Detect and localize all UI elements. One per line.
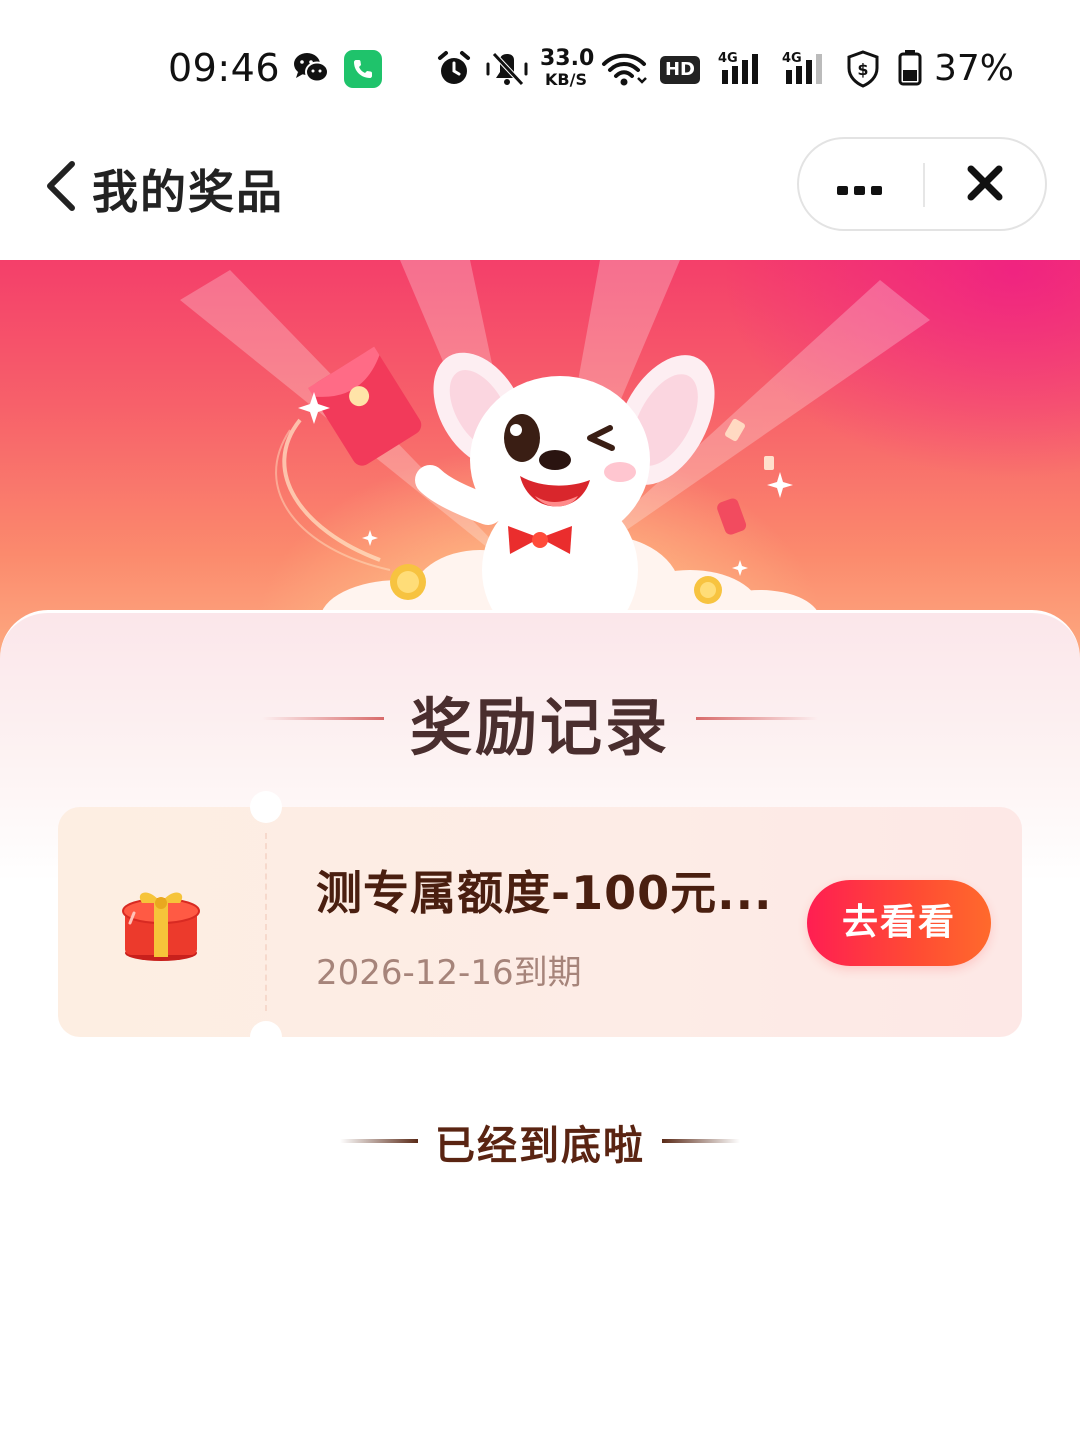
- close-icon: [967, 165, 1003, 201]
- navigation-bar: 我的奖品: [0, 130, 1080, 260]
- mini-program-capsule: [797, 137, 1047, 231]
- network-speed-unit: KB/S: [545, 70, 587, 89]
- wechat-icon: [294, 53, 329, 83]
- alarm-icon: [438, 51, 470, 84]
- wifi-icon: [602, 53, 647, 86]
- svg-text:$: $: [857, 60, 868, 79]
- reward-item[interactable]: 测专属额度-100元... 2026-12-16到期 去看看: [58, 791, 1022, 1053]
- more-dots-icon: [837, 180, 888, 199]
- status-time: 09:46: [168, 46, 281, 90]
- network-speed: 33.0 KB/S: [540, 46, 595, 89]
- ticket-notch-bottom: [250, 1021, 282, 1053]
- signal-label: 4G: [782, 51, 802, 66]
- network-speed-value: 33.0: [540, 46, 595, 71]
- close-button[interactable]: [925, 139, 1045, 229]
- battery-percent: 37%: [934, 48, 1015, 89]
- end-divider-right: [662, 1139, 740, 1143]
- signal-label: 4G: [718, 51, 738, 66]
- reward-name: 测专属额度-100元...: [316, 866, 773, 920]
- more-button[interactable]: [799, 139, 923, 229]
- hd-icon: HD: [660, 56, 700, 84]
- section-divider-left: [262, 717, 384, 720]
- battery-icon: [898, 50, 922, 86]
- list-end-marker: 已经到底啦: [0, 1113, 1080, 1173]
- section-divider-right: [696, 717, 818, 720]
- signal-icon: 4G: [782, 51, 822, 84]
- chevron-left-icon[interactable]: [38, 158, 86, 214]
- section-title: 奖励记录: [409, 691, 670, 764]
- signal-icon: 4G: [718, 51, 758, 84]
- section-header: 奖励记录: [0, 677, 1080, 764]
- status-bar: 09:46 33.0 KB/S HD 4G 4G $ 37%: [0, 0, 1080, 130]
- mute-icon: [486, 52, 528, 86]
- page-title: 我的奖品: [92, 165, 284, 219]
- phone-call-icon: [344, 50, 382, 88]
- gift-box-icon: [122, 892, 200, 961]
- reward-expiry-date: 2026-12-16到期: [316, 953, 582, 993]
- list-end-text: 已经到底啦: [435, 1123, 645, 1169]
- view-reward-button[interactable]: 去看看: [807, 880, 991, 966]
- ticket-perforation: [265, 833, 267, 1011]
- shield-icon: $: [847, 50, 879, 88]
- end-divider-left: [340, 1139, 418, 1143]
- reward-panel: 奖励记录 测专属额度-100元... 2026-12-16到期 去看看 已经到底…: [0, 610, 1080, 1453]
- ticket-notch-top: [250, 791, 282, 823]
